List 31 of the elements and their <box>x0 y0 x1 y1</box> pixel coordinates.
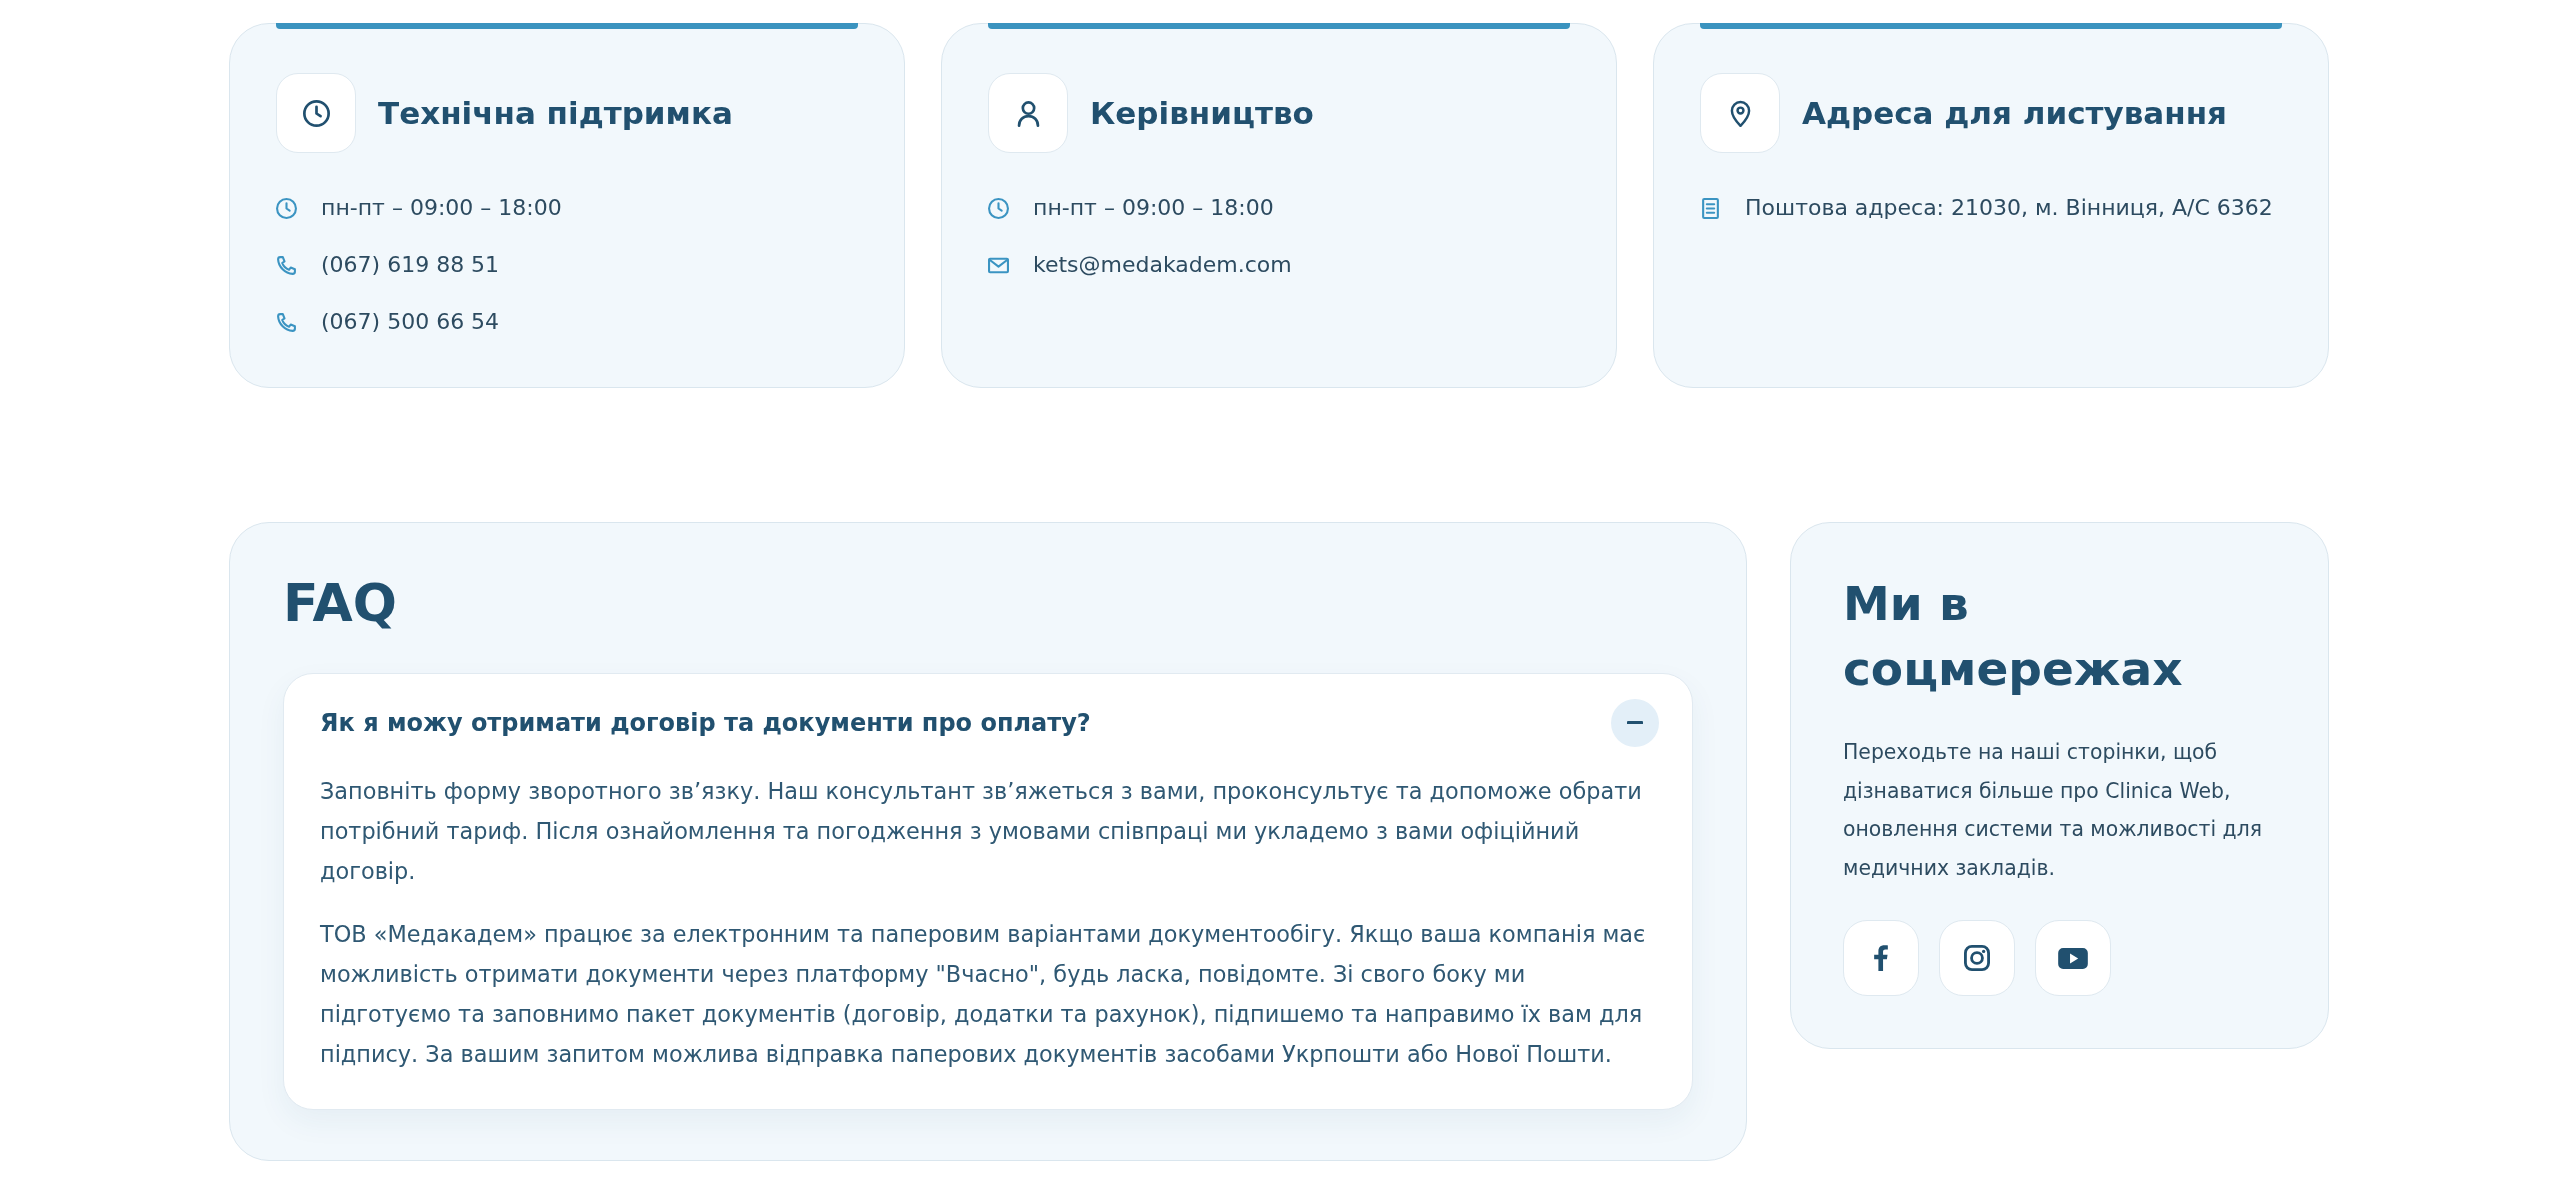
minus-icon <box>1627 720 1643 725</box>
phone-link[interactable]: (067) 619 88 51 <box>321 248 500 282</box>
social-description: Переходьте на наші сторінки, щоб дізнаватися більше про Clinica Web, оновлення системи та можливості для медичних закладів. <box>1843 739 2263 882</box>
clock-icon <box>276 197 297 219</box>
email-link[interactable]: kets@medakadem.com <box>1033 248 1292 282</box>
faq-question[interactable]: Як я можу отримати договір та документи про оплату? <box>320 708 1091 737</box>
answer-paragraph: Заповніть форму зворотного зв’язку. Наш консультант зв’яжеться з вами, проконсультує та допоможе обрати потрібний тариф. Після ознайомлення та погодження з умовами співпраці ми укладемо з вами офіційний договір. <box>320 777 1643 886</box>
card-title: Керівництво <box>1090 94 1314 133</box>
phone-icon <box>276 311 297 333</box>
working-hours-text: пн-пт – 09:00 – 18:00 <box>321 194 562 222</box>
clock-icon <box>276 73 356 153</box>
document-icon <box>1700 197 1721 219</box>
working-hours-text: пн-пт – 09:00 – 18:00 <box>1033 194 1274 222</box>
social-heading: Ми в соцмережах <box>1843 575 2184 698</box>
collapse-button[interactable] <box>1611 698 1659 747</box>
facebook-icon <box>1874 945 1888 971</box>
instagram-link[interactable] <box>1939 920 2015 996</box>
location-pin-icon <box>1700 73 1780 153</box>
address-text: Поштова адреса: 21030, м. Вінниця, А/С 6362 <box>1745 194 2273 222</box>
facebook-link[interactable] <box>1843 920 1919 996</box>
clock-icon <box>988 197 1009 219</box>
phone-icon <box>276 254 297 276</box>
instagram-icon <box>1964 945 1990 971</box>
answer-paragraph: ТОВ «Медакадем» працює за електронним та паперовим варіантами документообігу. Якщо ваша компанія має можливість отримати документи через платформу "Вчасно", будь ласка, повідомте. Зі свого боку ми підготуємо та заповнимо пакет документів (договір, додатки та рахунок), підпишемо та направимо їх вам для підпису. За вашим запитом можлива відправка паперових документів засобами Укрпошти або Нової Пошти. <box>320 920 1647 1069</box>
phone-link[interactable]: (067) 500 66 54 <box>321 305 500 339</box>
youtube-icon <box>2058 947 2088 969</box>
card-title: Адреса для листування <box>1802 94 2228 133</box>
person-icon <box>988 73 1068 153</box>
faq-heading: FAQ <box>283 572 398 635</box>
youtube-link[interactable] <box>2035 920 2111 996</box>
card-title: Технічна підтримка <box>378 94 733 133</box>
